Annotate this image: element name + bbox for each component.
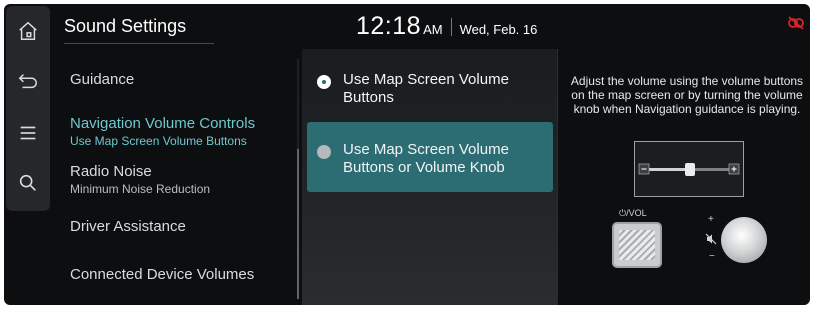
option-label-line2: Buttons or Volume Knob (343, 159, 505, 176)
menu-item-navigation-volume-controls[interactable]: Navigation Volume Controls Use Map Scree… (54, 115, 294, 148)
option-label: Use Map Screen Volume Buttons or Volume … (343, 141, 509, 177)
home-button[interactable] (6, 11, 50, 51)
option-label-line1: Use Map Screen Volume (343, 71, 509, 88)
menu-icon (20, 126, 36, 140)
menu-item-guidance[interactable]: Guidance (54, 71, 294, 88)
menu-button[interactable] (6, 113, 50, 153)
clock-ampm: AM (423, 22, 443, 37)
menu-scrollbar-thumb[interactable] (297, 149, 299, 299)
option-label: Use Map Screen Volume Buttons (343, 71, 509, 107)
connection-off-icon (788, 16, 804, 30)
help-description: Adjust the volume using the volume butto… (570, 74, 804, 116)
volume-plus-label: + (708, 214, 714, 225)
power-volume-label: ⏻/VOL (619, 208, 647, 218)
menu-item-sublabel: Use Map Screen Volume Buttons (70, 134, 247, 148)
back-icon (18, 74, 37, 89)
option-label-line1: Use Map Screen Volume (343, 141, 509, 158)
title-underline (64, 43, 214, 44)
power-volume-button-illustration (612, 222, 662, 268)
back-button[interactable] (6, 61, 50, 101)
mute-icon (705, 233, 717, 245)
radio-unselected-icon (317, 145, 331, 159)
home-icon (19, 21, 37, 40)
radio-selected-icon (317, 75, 331, 89)
menu-item-label: Radio Noise (70, 163, 152, 180)
options-panel: Use Map Screen Volume Buttons Use Map Sc… (302, 49, 557, 305)
clock-separator (450, 17, 452, 36)
menu-item-label: Driver Assistance (70, 218, 186, 235)
option-map-screen-buttons[interactable]: Use Map Screen Volume Buttons (307, 61, 553, 117)
panel-divider (557, 49, 558, 305)
menu-item-sublabel: Minimum Noise Reduction (70, 182, 211, 196)
menu-item-driver-assistance[interactable]: Driver Assistance (54, 218, 294, 235)
side-rail (6, 6, 50, 211)
menu-item-radio-noise[interactable]: Radio Noise Minimum Noise Reduction (54, 163, 294, 196)
volume-knob-illustration (721, 217, 767, 263)
infotainment-screen: Sound Settings 12:18 AM Wed, Feb. 16 Gui… (4, 4, 810, 305)
settings-menu: Guidance Navigation Volume Controls Use … (54, 59, 299, 299)
option-map-screen-buttons-or-knob[interactable]: Use Map Screen Volume Buttons or Volume … (307, 122, 553, 192)
clock: 12:18 AM Wed, Feb. 16 (356, 12, 537, 41)
option-label-line2: Buttons (343, 89, 394, 106)
map-volume-control-illustration (634, 141, 744, 197)
menu-item-connected-device-volumes[interactable]: Connected Device Volumes (54, 266, 294, 283)
clock-time: 12:18 (356, 12, 422, 40)
clock-date: Wed, Feb. 16 (459, 22, 538, 37)
search-button[interactable] (6, 163, 50, 203)
volume-minus-label: − (709, 251, 715, 262)
menu-item-label: Connected Device Volumes (70, 266, 255, 283)
search-icon (19, 174, 36, 191)
menu-item-label: Navigation Volume Controls (70, 115, 256, 132)
page-title: Sound Settings (64, 16, 187, 36)
menu-item-label: Guidance (70, 71, 135, 88)
